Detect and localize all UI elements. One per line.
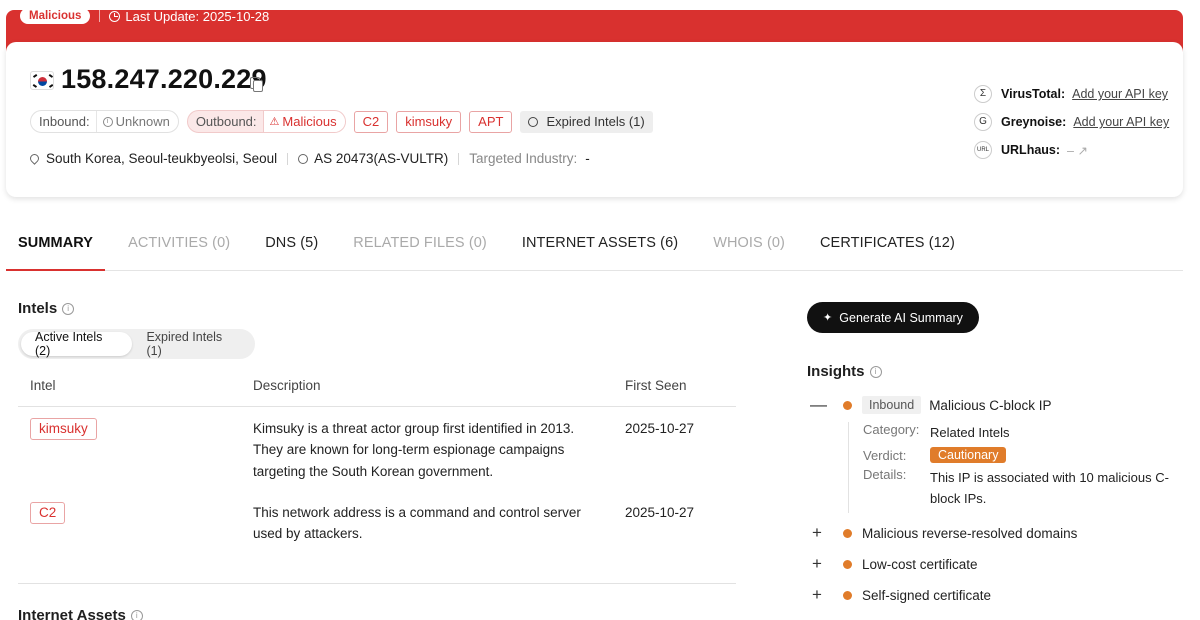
copy-icon[interactable] — [250, 77, 263, 92]
severity-dot — [843, 559, 852, 569]
greynoise-icon: G — [974, 113, 992, 131]
insight-title: Malicious C-block IP — [929, 397, 1052, 413]
insight-details: Category: Related Intels Verdict: Cautiona… — [848, 422, 1178, 513]
location-text: South Korea, Seoul-teukbyeolsi, Seoul — [46, 151, 278, 166]
insight-item[interactable]: + Malicious reverse-resolved domains — [810, 523, 1077, 543]
expand-icon[interactable]: + — [810, 523, 824, 543]
urlhaus-row: URL URLhaus: – ↗ — [974, 136, 1169, 164]
category-label: Category: — [863, 422, 920, 437]
tab-internet-assets[interactable]: INTERNET ASSETS (6) — [510, 230, 690, 270]
ip-header-card: 158.247.220.229 Inbound: i Unknown Outbou… — [6, 42, 1183, 197]
virustotal-icon: Σ — [974, 85, 992, 103]
insight-label: Self-signed certificate — [862, 587, 992, 603]
tab-certificates[interactable]: CERTIFICATES (12) — [808, 230, 967, 270]
intels-title: Intels i — [18, 300, 75, 317]
details-value: This IP is associated with 10 malicious … — [930, 470, 1169, 506]
expired-intels-chip[interactable]: Expired Intels (1) — [520, 110, 653, 133]
tab-whois[interactable]: WHOIS (0) — [701, 230, 797, 270]
inbound-value: i Unknown — [95, 111, 178, 132]
clock-icon — [109, 10, 121, 22]
greynoise-row: G Greynoise: Add your API key — [974, 108, 1169, 136]
tag-apt[interactable]: APT — [469, 110, 513, 133]
generate-ai-summary-button[interactable]: ✦ Generate AI Summary — [807, 302, 979, 333]
tab-bar: SUMMARY ACTIVITIES (0) DNS (5) RELATED F… — [6, 230, 1183, 271]
virustotal-row: Σ VirusTotal: Add your API key — [974, 80, 1169, 108]
ip-address-title: 158.247.220.229 — [61, 64, 267, 94]
intel-first-seen: 2025-10-27 — [625, 505, 695, 520]
divider — [287, 152, 289, 165]
intel-first-seen: 2025-10-27 — [625, 421, 695, 436]
industry-label: Targeted Industry: — [469, 151, 578, 166]
insight-item-expanded[interactable]: — Inbound Malicious C-block IP — [810, 395, 1051, 415]
column-header-description: Description — [253, 378, 321, 393]
outbound-label: Outbound: — [195, 114, 257, 129]
last-update-text: Last Update: 2025-10-28 — [125, 8, 270, 24]
tag-kimsuky[interactable]: kimsuky — [396, 110, 462, 133]
intels-table-header: Intel Description First Seen — [18, 366, 736, 407]
industry-value: - — [585, 151, 590, 166]
greynoise-label: Greynoise: — [1001, 115, 1067, 129]
intels-segment-control: Active Intels (2) Expired Intels (1) — [18, 329, 255, 359]
urlhaus-label: URLhaus: — [1001, 143, 1061, 157]
divider — [18, 583, 736, 584]
inbound-label: Inbound: — [39, 114, 90, 129]
severity-dot — [843, 528, 852, 538]
tab-related-files[interactable]: RELATED FILES (0) — [341, 230, 499, 270]
external-sources: Σ VirusTotal: Add your API key G Greynoi… — [974, 80, 1169, 164]
intel-description: This network address is a command and co… — [253, 505, 581, 542]
virustotal-label: VirusTotal: — [1001, 87, 1066, 101]
column-header-first-seen: First Seen — [625, 378, 687, 393]
status-badge: Malicious — [20, 8, 91, 24]
verdict-badge: Cautionary — [930, 447, 1007, 463]
urlhaus-icon: URL — [974, 141, 992, 159]
tag-row: Inbound: i Unknown Outbound: ⚠ Malicious C… — [30, 110, 653, 133]
insights-title: Insights i — [807, 363, 882, 380]
expand-icon[interactable]: + — [810, 585, 824, 605]
outbound-pill: Outbound: ⚠ Malicious — [186, 110, 346, 133]
segment-active-intels[interactable]: Active Intels (2) — [21, 330, 133, 358]
intel-tag-kimsuky[interactable]: kimsuky — [30, 418, 97, 440]
segment-expired-intels[interactable]: Expired Intels (1) — [132, 330, 252, 358]
verdict-label: Verdict: — [863, 447, 907, 463]
insight-label: Low-cost certificate — [862, 556, 978, 572]
insight-item[interactable]: + Low-cost certificate — [810, 554, 978, 574]
expand-icon[interactable]: + — [810, 554, 824, 574]
history-icon — [528, 116, 539, 127]
meta-row: South Korea, Seoul-teukbyeolsi, Seoul AS… — [28, 151, 590, 166]
virustotal-api-link[interactable]: Add your API key — [1072, 87, 1168, 101]
severity-dot — [843, 400, 852, 410]
category-value: Related Intels — [930, 425, 1010, 440]
intel-tag-c2[interactable]: C2 — [30, 502, 66, 524]
tab-summary[interactable]: SUMMARY — [6, 230, 106, 271]
greynoise-api-link[interactable]: Add your API key — [1073, 115, 1169, 129]
column-header-intel: Intel — [30, 378, 56, 393]
divider — [458, 152, 460, 165]
details-label: Details: — [863, 467, 907, 482]
asn-text: AS 20473(AS-VULTR) — [314, 151, 449, 166]
tag-c2[interactable]: C2 — [353, 110, 389, 133]
outbound-value: ⚠ Malicious — [262, 111, 345, 132]
warning-icon: ⚠ — [269, 116, 280, 128]
inbound-chip: Inbound — [862, 396, 922, 414]
info-icon[interactable]: i — [130, 609, 143, 620]
urlhaus-link[interactable]: – ↗ — [1067, 143, 1088, 158]
tab-dns[interactable]: DNS (5) — [253, 230, 330, 270]
location-pin-icon — [28, 152, 41, 165]
insight-label: Malicious reverse-resolved domains — [862, 525, 1078, 541]
tab-activities[interactable]: ACTIVITIES (0) — [116, 230, 242, 270]
south-korea-flag-icon — [30, 71, 54, 90]
inbound-pill: Inbound: i Unknown — [30, 110, 179, 133]
sparkle-icon: ✦ — [823, 312, 833, 324]
info-icon[interactable]: i — [869, 365, 882, 378]
internet-assets-title: Internet Assets i — [18, 607, 143, 620]
globe-icon — [298, 153, 309, 164]
banner-row: Malicious Last Update: 2025-10-28 — [20, 8, 269, 24]
info-icon: i — [102, 116, 113, 127]
insight-item[interactable]: + Self-signed certificate — [810, 585, 991, 605]
divider — [99, 10, 101, 22]
intel-description: Kimsuky is a threat actor group first id… — [253, 421, 575, 479]
info-icon[interactable]: i — [62, 302, 75, 315]
severity-dot — [843, 590, 852, 600]
collapse-icon[interactable]: — — [810, 395, 827, 415]
